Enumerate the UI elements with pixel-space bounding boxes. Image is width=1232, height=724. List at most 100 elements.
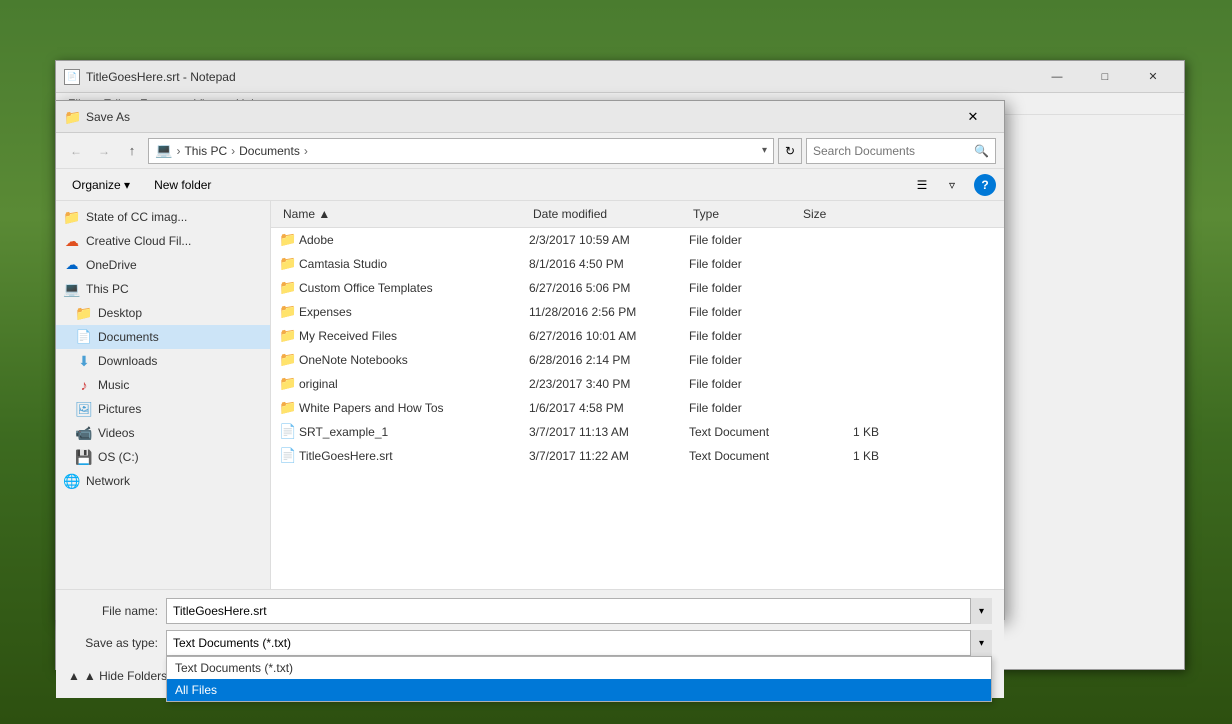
notepad-title: TitleGoesHere.srt - Notepad [86, 70, 1034, 84]
table-row[interactable]: 📁 Camtasia Studio 8/1/2016 4:50 PM File … [271, 252, 1004, 276]
organize-bar: Organize ▾ New folder ☰ ▿ ? [56, 169, 1004, 201]
file-name: Custom Office Templates [299, 281, 529, 295]
sidebar-label-desktop: Desktop [98, 306, 142, 320]
new-folder-button[interactable]: New folder [146, 175, 219, 195]
filetype-input[interactable] [166, 630, 992, 656]
filetype-label: Save as type: [68, 636, 158, 650]
hide-folders-icon: ▲ [68, 669, 80, 683]
network-icon: 🌐 [64, 473, 80, 489]
file-type: File folder [689, 401, 799, 415]
state-cc-icon: 📁 [64, 209, 80, 225]
sidebar-item-pictures[interactable]: 🖼 Pictures [56, 397, 270, 421]
dialog-icon: 📁 [64, 109, 80, 125]
filetype-option-txt[interactable]: Text Documents (*.txt) [167, 657, 991, 679]
file-name: Expenses [299, 305, 529, 319]
sidebar-label-downloads: Downloads [98, 354, 157, 368]
sidebar-item-os-c[interactable]: 💾 OS (C:) [56, 445, 270, 469]
save-as-dialog: 📁 Save As ✕ ← → ↑ 💻 › This PC › Document… [55, 100, 1005, 620]
table-row[interactable]: 📁 My Received Files 6/27/2016 10:01 AM F… [271, 324, 1004, 348]
sidebar-label-network: Network [86, 474, 130, 488]
filename-row: File name: ▾ [68, 598, 992, 624]
sidebar-item-onedrive[interactable]: ☁ OneDrive [56, 253, 270, 277]
col-header-name[interactable]: Name ▲ [279, 205, 529, 223]
sidebar-label-os-c: OS (C:) [98, 450, 139, 464]
forward-button[interactable]: → [92, 139, 116, 163]
table-row[interactable]: 📁 original 2/23/2017 3:40 PM File folder [271, 372, 1004, 396]
downloads-icon: ⬇ [76, 353, 92, 369]
sidebar-label-music: Music [98, 378, 129, 392]
dialog-titlebar: 📁 Save As ✕ [56, 101, 1004, 133]
file-list-header: Name ▲ Date modified Type Size [271, 201, 1004, 228]
sidebar-item-desktop[interactable]: 📁 Desktop [56, 301, 270, 325]
col-header-size[interactable]: Size [799, 205, 879, 223]
filetype-dropdown-menu: Text Documents (*.txt) All Files [166, 656, 992, 702]
address-bar: 💻 › This PC › Documents › ▾ [148, 138, 774, 164]
folder-icon: 📁 [279, 255, 299, 272]
sidebar-item-network[interactable]: 🌐 Network [56, 469, 270, 493]
onedrive-icon: ☁ [64, 257, 80, 273]
view-options-button[interactable]: ☰ [908, 173, 936, 197]
file-name: Camtasia Studio [299, 257, 529, 271]
col-header-type[interactable]: Type [689, 205, 799, 223]
table-row[interactable]: 📁 OneNote Notebooks 6/28/2016 2:14 PM Fi… [271, 348, 1004, 372]
view-dropdown-button[interactable]: ▿ [938, 173, 966, 197]
dialog-close-button[interactable]: ✕ [950, 101, 996, 133]
help-button[interactable]: ? [974, 174, 996, 196]
sidebar: 📁 State of CC imag... ☁ Creative Cloud F… [56, 201, 271, 589]
file-type: File folder [689, 353, 799, 367]
dialog-bottom: File name: ▾ Save as type: ▾ Text Docume… [56, 589, 1004, 698]
sidebar-item-this-pc[interactable]: 💻 This PC [56, 277, 270, 301]
notepad-minimize-button[interactable]: — [1034, 61, 1080, 93]
sidebar-item-downloads[interactable]: ⬇ Downloads [56, 349, 270, 373]
notepad-titlebar-controls: — □ ✕ [1034, 61, 1176, 93]
table-row[interactable]: 📁 Adobe 2/3/2017 10:59 AM File folder [271, 228, 1004, 252]
videos-icon: 📹 [76, 425, 92, 441]
file-date: 8/1/2016 4:50 PM [529, 257, 689, 271]
search-input[interactable] [813, 144, 970, 158]
pictures-icon: 🖼 [76, 401, 92, 417]
file-name: White Papers and How Tos [299, 401, 529, 415]
back-button[interactable]: ← [64, 139, 88, 163]
table-row[interactable]: 📄 SRT_example_1 3/7/2017 11:13 AM Text D… [271, 420, 1004, 444]
sidebar-item-state-cc[interactable]: 📁 State of CC imag... [56, 205, 270, 229]
text-file-icon: 📄 [279, 423, 299, 440]
up-button[interactable]: ↑ [120, 138, 144, 164]
file-date: 1/6/2017 4:58 PM [529, 401, 689, 415]
file-date: 2/23/2017 3:40 PM [529, 377, 689, 391]
file-name: My Received Files [299, 329, 529, 343]
notepad-titlebar: 📄 TitleGoesHere.srt - Notepad — □ ✕ [56, 61, 1184, 93]
folder-icon: 📁 [279, 399, 299, 416]
refresh-button[interactable]: ↻ [778, 138, 802, 164]
hide-folders-button[interactable]: ▲ ▲ Hide Folders [68, 669, 167, 683]
notepad-close-button[interactable]: ✕ [1130, 61, 1176, 93]
col-header-date[interactable]: Date modified [529, 205, 689, 223]
file-type: File folder [689, 305, 799, 319]
table-row[interactable]: 📁 Expenses 11/28/2016 2:56 PM File folde… [271, 300, 1004, 324]
filename-label: File name: [68, 604, 158, 618]
file-name: original [299, 377, 529, 391]
table-row[interactable]: 📄 TitleGoesHere.srt 3/7/2017 11:22 AM Te… [271, 444, 1004, 468]
sidebar-item-videos[interactable]: 📹 Videos [56, 421, 270, 445]
file-date: 2/3/2017 10:59 AM [529, 233, 689, 247]
sidebar-item-creative-cloud[interactable]: ☁ Creative Cloud Fil... [56, 229, 270, 253]
filename-input-wrapper: ▾ [166, 598, 992, 624]
filetype-option-all[interactable]: All Files [167, 679, 991, 701]
breadcrumb-documents[interactable]: Documents [239, 144, 300, 158]
notepad-maximize-button[interactable]: □ [1082, 61, 1128, 93]
filetype-dropdown-arrow[interactable]: ▾ [970, 630, 992, 656]
sidebar-item-music[interactable]: ♪ Music [56, 373, 270, 397]
file-list: Name ▲ Date modified Type Size 📁 Adobe 2… [271, 201, 1004, 589]
filetype-input-wrapper: ▾ Text Documents (*.txt) All Files [166, 630, 992, 656]
file-name: Adobe [299, 233, 529, 247]
breadcrumb-thispc[interactable]: This PC [184, 144, 227, 158]
table-row[interactable]: 📁 White Papers and How Tos 1/6/2017 4:58… [271, 396, 1004, 420]
organize-button[interactable]: Organize ▾ [64, 175, 138, 195]
sidebar-label-videos: Videos [98, 426, 134, 440]
filename-dropdown-arrow[interactable]: ▾ [970, 598, 992, 624]
file-type: File folder [689, 257, 799, 271]
table-row[interactable]: 📁 Custom Office Templates 6/27/2016 5:06… [271, 276, 1004, 300]
filename-input[interactable] [166, 598, 992, 624]
sidebar-item-documents[interactable]: 📄 Documents [56, 325, 270, 349]
sidebar-label-creative-cloud: Creative Cloud Fil... [86, 234, 191, 248]
address-dropdown-arrow[interactable]: ▾ [762, 145, 767, 156]
